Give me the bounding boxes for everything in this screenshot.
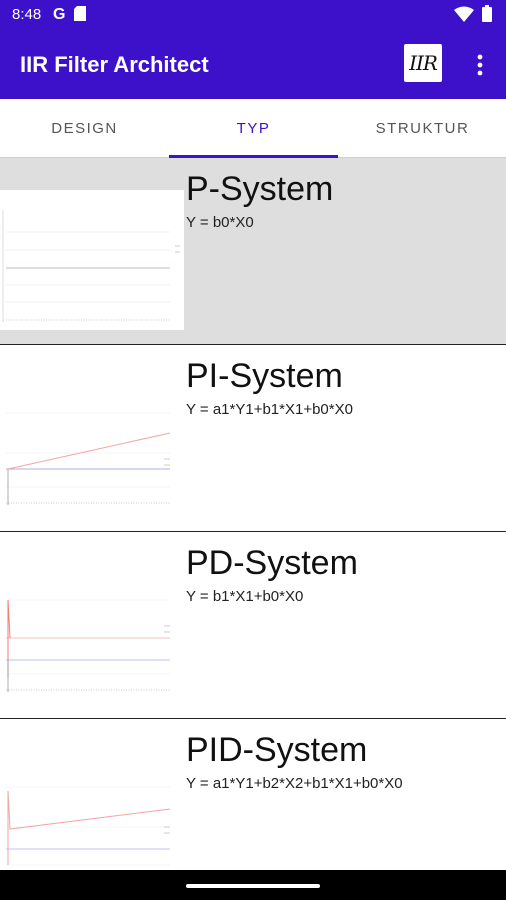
sd-card-icon <box>74 5 86 26</box>
item-title: PI-System <box>186 357 343 395</box>
battery-icon <box>482 5 492 27</box>
app-logo[interactable]: IIR <box>404 44 442 82</box>
tab-typ[interactable]: TYP <box>169 99 338 157</box>
tab-struktur-label: STRUKTUR <box>375 119 470 137</box>
app-logo-text: IIR <box>409 51 438 75</box>
status-time: 8:48 <box>12 6 42 23</box>
navigation-bar <box>0 870 506 900</box>
pi-system-response-thumbnail <box>0 373 172 513</box>
pd-system-response-thumbnail <box>0 560 172 700</box>
tab-bar: DESIGN TYP STRUKTUR <box>0 99 506 158</box>
item-equation: Y = b1*X1+b0*X0 <box>186 588 304 605</box>
p-system-response-thumbnail <box>0 190 184 330</box>
list-item-p-system[interactable]: P-System Y = b0*X0 <box>0 158 506 346</box>
status-bar: 8:48 G <box>0 0 506 32</box>
app-bar: IIR Filter Architect IIR <box>0 32 506 99</box>
item-title: PD-System <box>186 544 358 582</box>
wifi-icon <box>454 6 474 27</box>
item-equation: Y = a1*Y1+b2*X2+b1*X1+b0*X0 <box>186 775 403 792</box>
tab-typ-label: TYP <box>236 119 271 137</box>
app-title: IIR Filter Architect <box>20 52 209 77</box>
tab-struktur[interactable]: STRUKTUR <box>338 99 506 157</box>
system-type-list: P-System Y = b0*X0 PI-System Y = a1*Y1+b… <box>0 158 506 870</box>
pid-system-response-thumbnail <box>0 747 172 870</box>
item-title: PID-System <box>186 731 368 769</box>
list-item-pd-system[interactable]: PD-System Y = b1*X1+b0*X0 <box>0 532 506 720</box>
list-item-pid-system[interactable]: PID-System Y = a1*Y1+b2*X2+b1*X1+b0*X0 <box>0 719 506 870</box>
item-equation: Y = b0*X0 <box>186 214 254 231</box>
item-title: P-System <box>186 170 334 208</box>
home-gesture-handle[interactable] <box>186 884 320 888</box>
svg-text:G: G <box>53 6 65 21</box>
list-item-pi-system[interactable]: PI-System Y = a1*Y1+b1*X1+b0*X0 <box>0 345 506 533</box>
more-options-icon[interactable] <box>470 50 490 80</box>
google-icon: G <box>52 5 68 26</box>
item-equation: Y = a1*Y1+b1*X1+b0*X0 <box>186 401 353 418</box>
tab-design[interactable]: DESIGN <box>0 99 169 157</box>
tab-design-label: DESIGN <box>51 119 118 137</box>
